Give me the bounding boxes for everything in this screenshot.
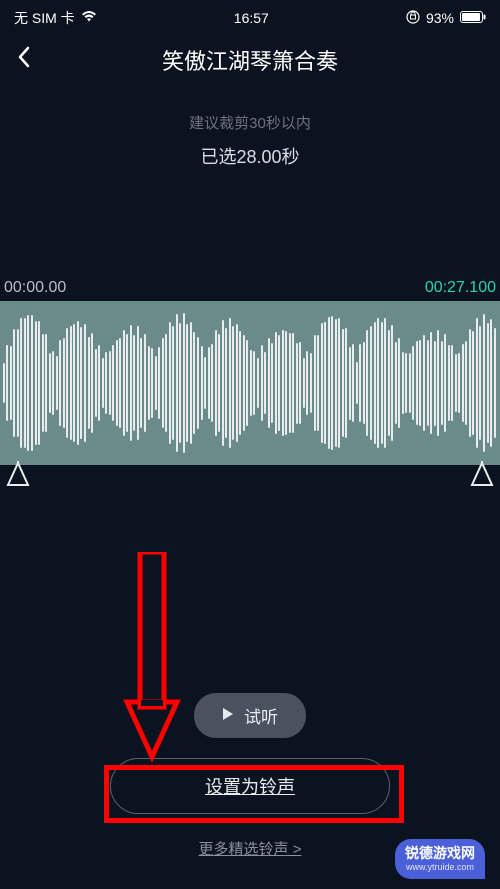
selected-duration: 已选28.00秒 — [0, 143, 500, 169]
clock: 16:57 — [234, 10, 269, 26]
preview-button[interactable]: 试听 — [194, 693, 306, 738]
orientation-lock-icon — [406, 10, 420, 27]
page-title: 笑傲江湖琴箫合奏 — [16, 44, 484, 76]
battery-icon — [460, 10, 486, 26]
timeline: 00:00.00 00:27.100 — [0, 279, 500, 505]
header: 笑傲江湖琴箫合奏 — [0, 32, 500, 88]
set-ringtone-button[interactable]: 设置为铃声 — [110, 758, 390, 814]
trim-handle-right[interactable] — [470, 461, 494, 497]
wifi-icon — [81, 10, 97, 26]
preview-label: 试听 — [244, 703, 278, 728]
trim-handle-left[interactable] — [6, 461, 30, 497]
time-end: 00:27.100 — [425, 279, 496, 297]
battery-percent: 93% — [426, 10, 454, 26]
play-icon — [222, 706, 234, 726]
more-ringtones-link[interactable]: 更多精选铃声 > — [199, 838, 302, 859]
info-section: 建议裁剪30秒以内 已选28.00秒 — [0, 112, 500, 169]
waveform[interactable] — [0, 301, 500, 465]
back-button[interactable] — [16, 45, 32, 76]
status-bar: 无 SIM 卡 16:57 93% — [0, 0, 500, 32]
trim-hint: 建议裁剪30秒以内 — [0, 112, 500, 133]
time-start: 00:00.00 — [4, 279, 66, 297]
sim-status: 无 SIM 卡 — [14, 8, 75, 28]
